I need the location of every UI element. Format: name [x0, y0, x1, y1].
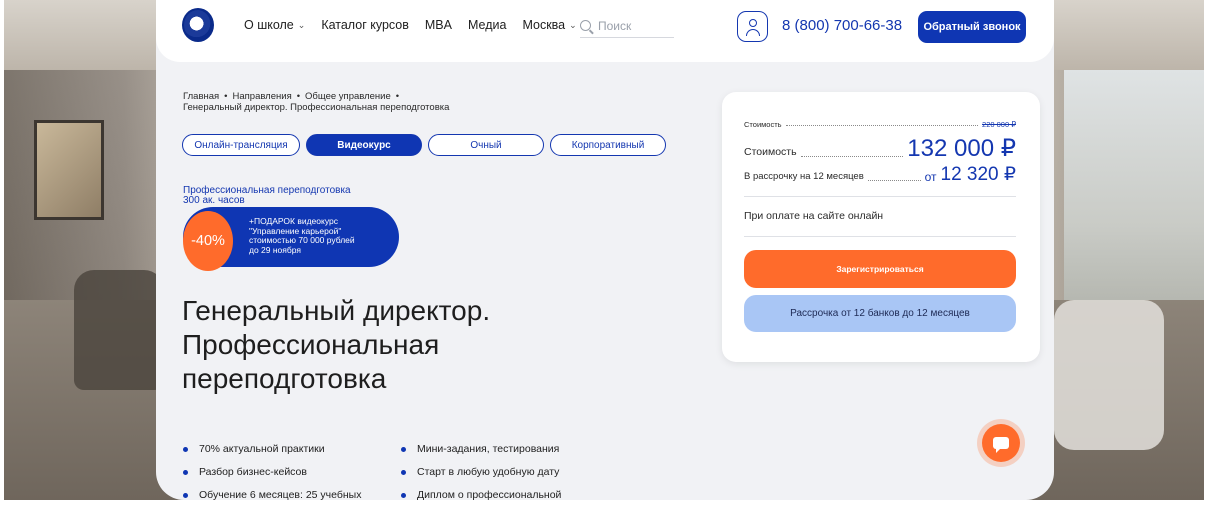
- price-row: Стоимость 132 000 ₽: [744, 135, 1016, 162]
- callback-button[interactable]: Обратный звонок: [918, 11, 1026, 43]
- old-price: 220 000 ₽: [982, 120, 1016, 129]
- installment-row: В рассрочку на 12 месяцев от 12 320 ₽: [744, 164, 1016, 185]
- chat-icon: [993, 437, 1009, 453]
- user-icon: [748, 19, 757, 27]
- online-payment-note: При оплате на сайте онлайн: [744, 210, 884, 222]
- tab-corporate[interactable]: Корпоративный: [550, 134, 666, 156]
- logo-icon[interactable]: [182, 8, 214, 42]
- list-item: Обучение 6 месяцев: 25 учебных: [183, 489, 361, 500]
- search-placeholder: Поиск: [598, 18, 632, 33]
- nav-item-about[interactable]: О школе ⌄: [244, 18, 305, 32]
- old-price-row: Стоимость 220 000 ₽: [744, 120, 1016, 129]
- current-price: 132 000 ₽: [907, 135, 1016, 162]
- chevron-down-icon: ⌄: [297, 19, 306, 30]
- breadcrumb-item-general-management[interactable]: Общее управление: [305, 91, 391, 102]
- tab-videocourse[interactable]: Видеокурс: [306, 134, 422, 156]
- breadcrumb-item-home[interactable]: Главная: [183, 91, 219, 102]
- list-item: Разбор бизнес-кейсов: [183, 466, 307, 478]
- main-nav: О школе ⌄ Каталог курсов MBA Медиа Москва…: [244, 18, 593, 32]
- list-item: 70% актуальной практики: [183, 443, 325, 455]
- price-panel: Стоимость 220 000 ₽ Стоимость 132 000 ₽ …: [722, 92, 1040, 362]
- register-button[interactable]: Зарегистрироваться: [744, 250, 1016, 288]
- nav-item-media[interactable]: Медиа: [468, 18, 506, 32]
- page-title: Генеральный директор. Профессиональная п…: [182, 295, 491, 394]
- search-input[interactable]: Поиск: [580, 14, 674, 38]
- nav-item-city[interactable]: Москва ⌄: [522, 18, 576, 32]
- promo-banner[interactable]: -40% +ПОДАРОК видеокурс "Управление карь…: [183, 207, 399, 271]
- tab-online[interactable]: Онлайн-трансляция: [182, 134, 300, 156]
- program-info: Профессиональная переподготовка 300 ак. …: [183, 186, 351, 206]
- chevron-down-icon: ⌄: [569, 19, 577, 30]
- phone-link[interactable]: 8 (800) 700-66-38: [782, 17, 902, 34]
- breadcrumb-current: Генеральный директор. Профессиональная п…: [183, 102, 450, 113]
- list-item: Диплом о профессиональной: [401, 489, 561, 500]
- user-account-button[interactable]: [737, 11, 768, 42]
- discount-badge: -40%: [183, 211, 233, 271]
- page-card: О школе ⌄ Каталог курсов MBA Медиа Москва…: [156, 0, 1054, 500]
- list-item: Старт в любую удобную дату: [401, 466, 559, 478]
- chat-button[interactable]: [982, 424, 1020, 462]
- installment-button[interactable]: Рассрочка от 12 банков до 12 месяцев: [744, 295, 1016, 332]
- installment-price: 12 320 ₽: [940, 164, 1016, 185]
- list-item: Мини-задания, тестирования: [401, 443, 559, 455]
- program-hours: 300 ак. часов: [183, 195, 245, 206]
- breadcrumb: Главная • Направления • Общее управление • Ге…: [183, 91, 450, 113]
- tab-fulltime[interactable]: Очный: [428, 134, 544, 156]
- nav-item-mba[interactable]: MBA: [425, 18, 452, 32]
- breadcrumb-item-directions[interactable]: Направления: [233, 91, 292, 102]
- nav-item-catalog[interactable]: Каталог курсов: [321, 18, 409, 32]
- format-tabs: Онлайн-трансляция Видеокурс Очный Корпор…: [182, 134, 672, 156]
- search-icon: [580, 20, 591, 31]
- header: О школе ⌄ Каталог курсов MBA Медиа Москва…: [156, 0, 1054, 62]
- promo-text: +ПОДАРОК видеокурс "Управление карьерой"…: [249, 216, 355, 255]
